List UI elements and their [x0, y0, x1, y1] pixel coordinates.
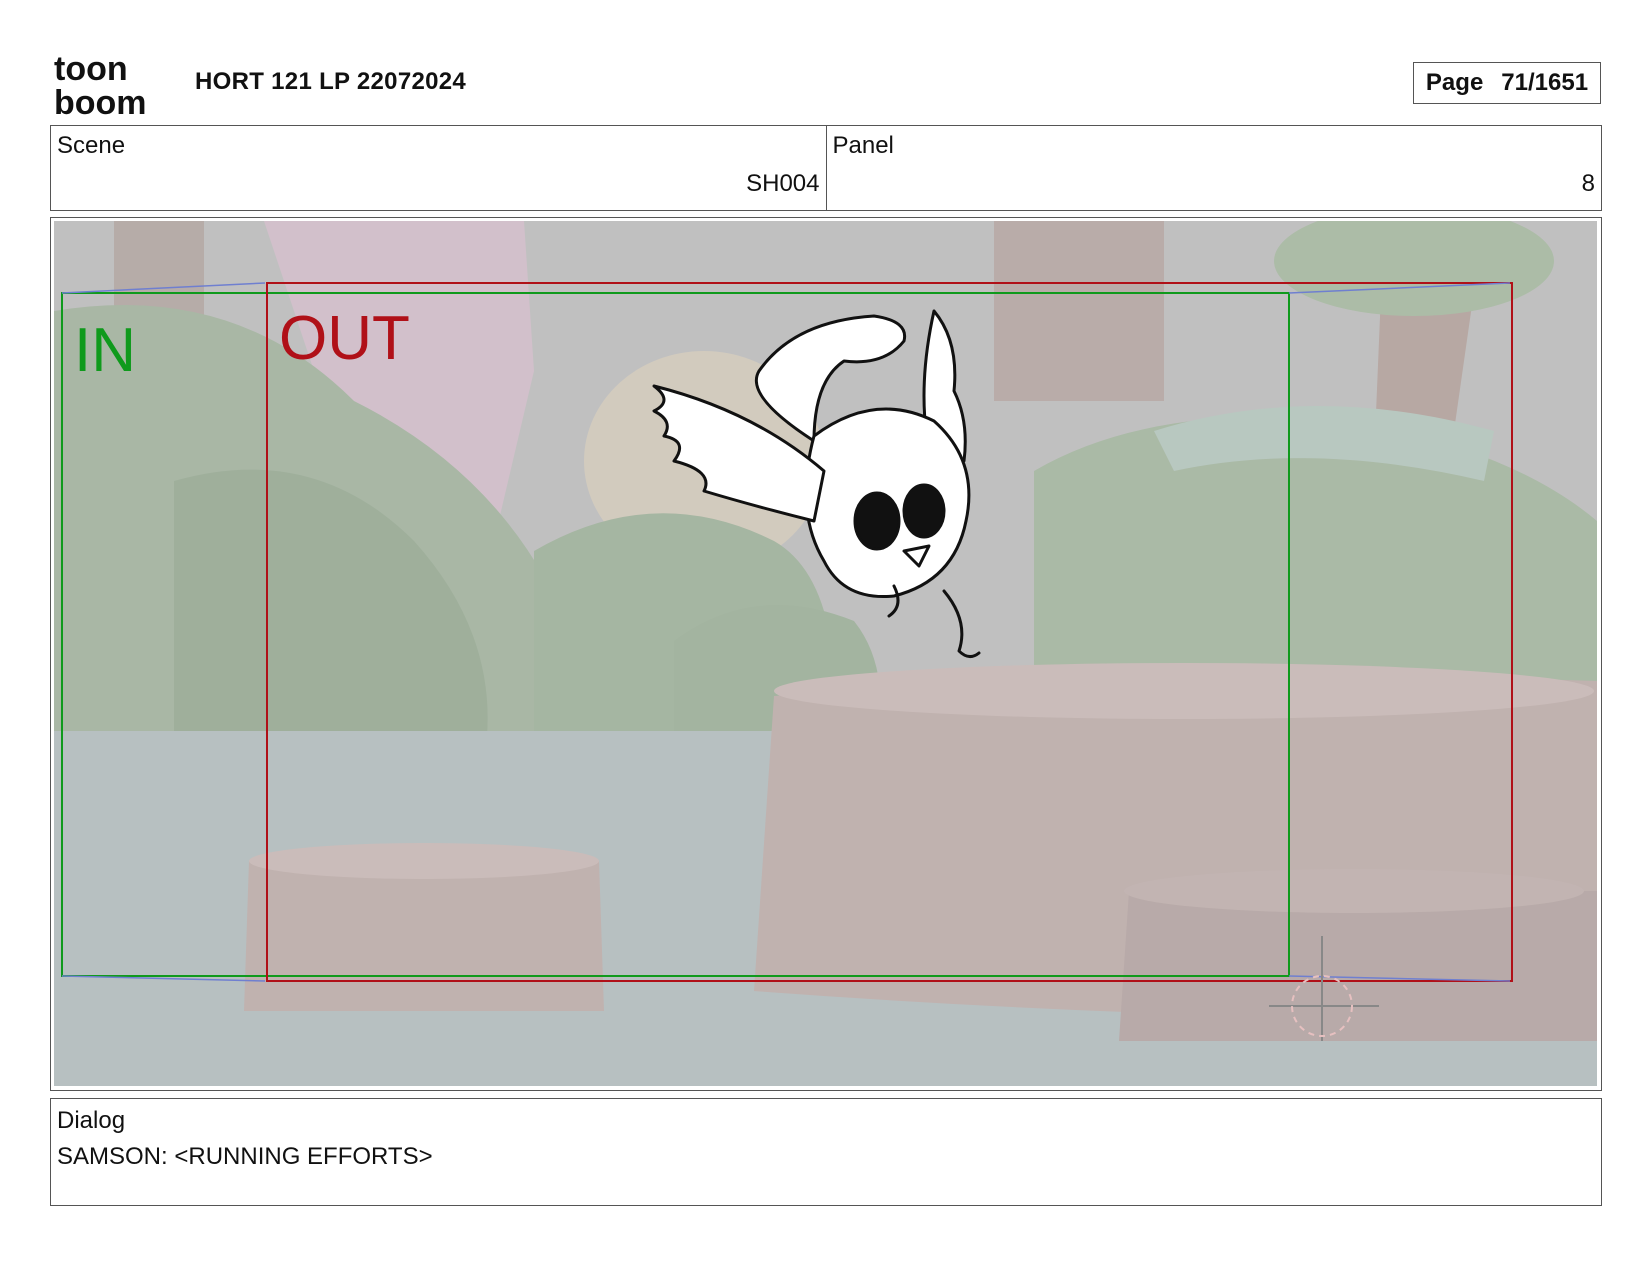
dialog-box: Dialog SAMSON: <RUNNING EFFORTS> [50, 1098, 1602, 1206]
in-label: IN [74, 316, 136, 385]
toonboom-logo: toon boom [54, 52, 147, 118]
logo-text-bottom: boom [54, 84, 147, 118]
panel-label: Panel [832, 132, 894, 159]
out-label: OUT [279, 304, 410, 373]
panel-image: IN OUT [54, 221, 1597, 1086]
scene-cell: Scene SH004 [51, 126, 826, 210]
panel-frame: IN OUT [50, 217, 1602, 1091]
panel-cell: Panel 8 [825, 126, 1602, 210]
dialog-text: SAMSON: <RUNNING EFFORTS> [57, 1143, 433, 1170]
page-label: Page [1425, 69, 1484, 96]
page-indicator: Page 71/1651 [1413, 62, 1601, 104]
logo-text-top: toon [54, 52, 128, 88]
scene-value: SH004 [746, 170, 820, 197]
panel-value: 8 [1581, 170, 1595, 197]
dialog-label: Dialog [57, 1107, 126, 1134]
page-number: 71/1651 [1501, 69, 1589, 96]
project-title: HORT 121 LP 22072024 [195, 68, 467, 95]
scene-label: Scene [57, 132, 126, 159]
scene-panel-row: Scene SH004 Panel 8 [50, 125, 1602, 211]
